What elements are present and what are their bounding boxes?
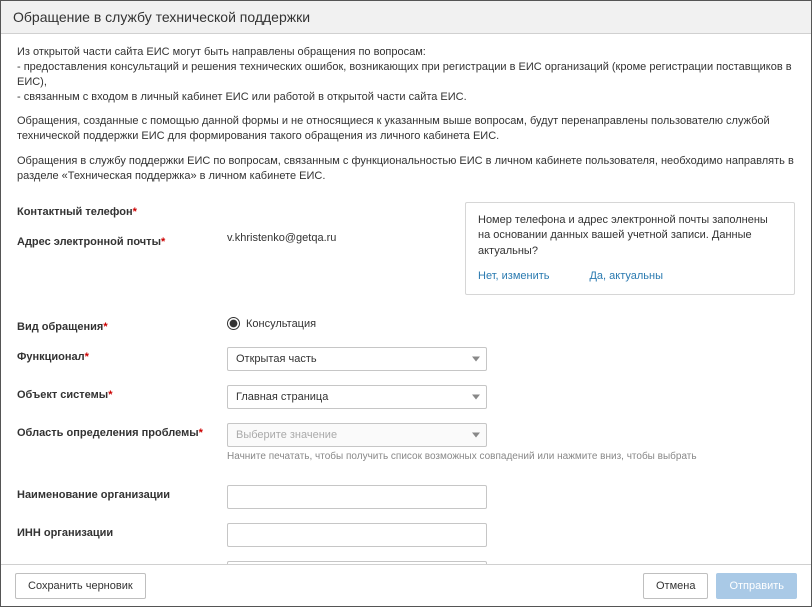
label-email: Адрес электронной почты* xyxy=(17,232,227,248)
label-org-inn: ИНН организации xyxy=(17,523,227,539)
value-email: v.khristenko@getqa.ru xyxy=(227,232,465,244)
label-type: Вид обращения* xyxy=(17,317,227,333)
label-problem-area: Область определения проблемы* xyxy=(17,423,227,439)
label-org-name: Наименование организации xyxy=(17,485,227,501)
label-functional: Функционал* xyxy=(17,347,227,363)
select-sys-object[interactable]: Главная страница xyxy=(227,385,487,409)
intro-paragraph-1: Из открытой части сайта ЕИС могут быть н… xyxy=(17,45,795,104)
chevron-down-icon xyxy=(472,395,480,400)
dialog-header: Обращение в службу технической поддержки xyxy=(1,1,811,34)
problem-area-hint: Начните печатать, чтобы получить список … xyxy=(227,450,795,463)
intro-paragraph-3: Обращения в службу поддержки ЕИС по вопр… xyxy=(17,154,795,184)
cancel-button[interactable]: Отмена xyxy=(643,573,708,599)
contact-notice: Номер телефона и адрес электронной почты… xyxy=(465,202,795,296)
intro-block: Из открытой части сайта ЕИС могут быть н… xyxy=(17,45,795,184)
dialog-footer: Сохранить черновик Отмена Отправить xyxy=(1,564,811,606)
notice-text: Номер телефона и адрес электронной почты… xyxy=(478,213,782,259)
label-sys-object: Объект системы* xyxy=(17,385,227,401)
radio-consultation-input[interactable] xyxy=(227,317,240,330)
input-org-name[interactable] xyxy=(227,485,487,509)
select-problem-area-placeholder: Выберите значение xyxy=(236,429,337,441)
dialog-title: Обращение в службу технической поддержки xyxy=(13,9,310,25)
input-org-inn[interactable] xyxy=(227,523,487,547)
chevron-down-icon xyxy=(472,357,480,362)
notice-link-no[interactable]: Нет, изменить xyxy=(478,269,549,284)
intro-paragraph-2: Обращения, созданные с помощью данной фо… xyxy=(17,114,795,144)
notice-link-yes[interactable]: Да, актуальны xyxy=(589,269,663,284)
select-problem-area[interactable]: Выберите значение xyxy=(227,423,487,447)
save-draft-button[interactable]: Сохранить черновик xyxy=(15,573,146,599)
select-sys-object-value: Главная страница xyxy=(236,391,328,403)
form-viewport[interactable]: Из открытой части сайта ЕИС могут быть н… xyxy=(1,33,811,564)
label-phone: Контактный телефон* xyxy=(17,202,227,218)
radio-consultation-label: Консультация xyxy=(246,318,316,330)
submit-button[interactable]: Отправить xyxy=(716,573,797,599)
chevron-down-icon xyxy=(472,433,480,438)
radio-consultation[interactable]: Консультация xyxy=(227,317,795,330)
select-functional[interactable]: Открытая часть xyxy=(227,347,487,371)
select-functional-value: Открытая часть xyxy=(236,353,317,365)
